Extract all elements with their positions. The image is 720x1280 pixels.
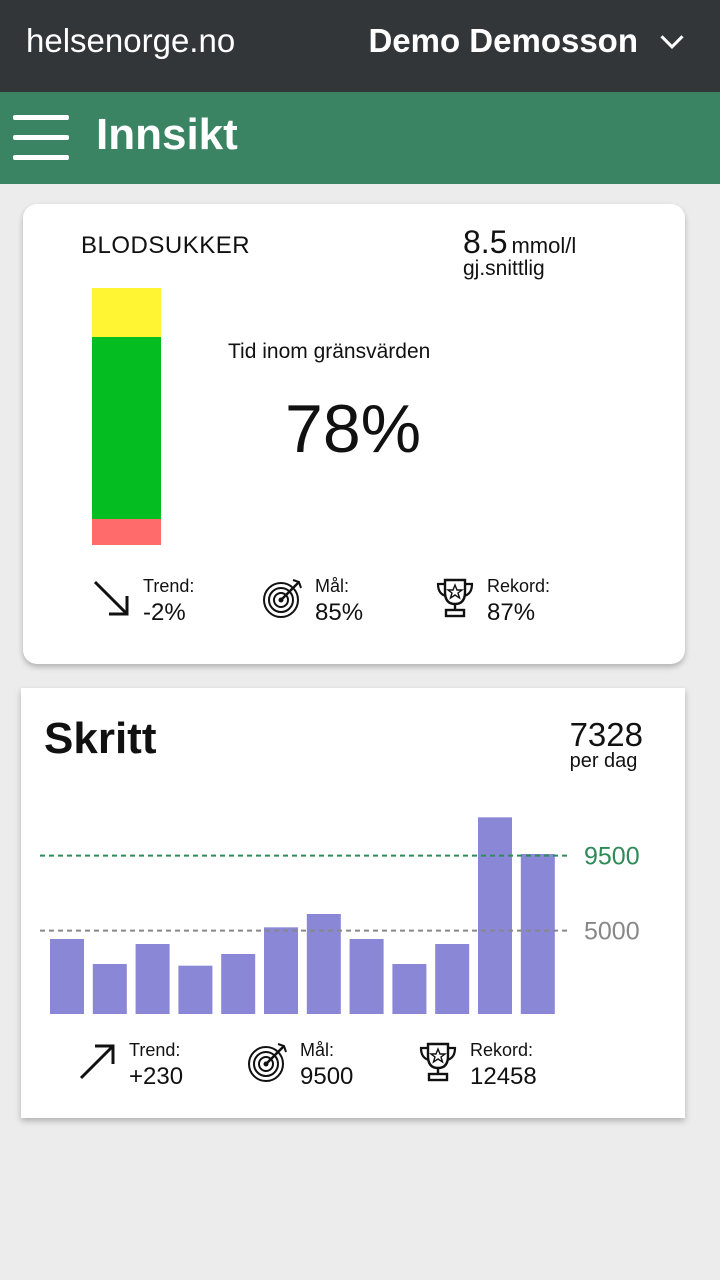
time-in-range-label: Tid inom gränsvärden (228, 340, 431, 363)
range-segment-in-range (92, 336, 161, 520)
steps-average-value: 7328 (569, 716, 643, 753)
target-icon (263, 579, 302, 618)
steps-card[interactable]: Skritt 7328 per dag 9500 5000 Trend: +230… (21, 688, 685, 1118)
blood-sugar-card[interactable]: BLODSUKKER 8.5 mmol/l gj.snittlig Tid ino… (23, 204, 685, 664)
step-bar (435, 944, 470, 1014)
stat-value: +230 (129, 1063, 184, 1090)
step-bar (349, 939, 384, 1014)
stat-value: 9500 (300, 1063, 354, 1090)
range-segment-high (92, 288, 161, 337)
step-bar (135, 944, 170, 1014)
steps-bar-chart: 9500 5000 (40, 817, 640, 1014)
stat-value: 87% (487, 599, 536, 626)
reference-line-label: 5000 (584, 918, 640, 946)
chevron-down-icon (660, 35, 684, 49)
stat-label: Trend: (143, 576, 195, 596)
blood-sugar-goal: Mål: 85% (261, 576, 363, 627)
trophy-icon (419, 1042, 457, 1082)
step-bar (306, 914, 341, 1014)
steps-average-caption: per dag (569, 750, 638, 772)
step-bar (178, 965, 213, 1014)
steps-record: Rekord: 12458 (416, 1040, 537, 1091)
steps-average: 7328 per dag (570, 716, 643, 773)
brand-link[interactable]: helsenorge.no (26, 22, 235, 60)
stat-label: Mål: (300, 1040, 335, 1060)
range-segment-low (92, 519, 161, 545)
stat-label: Trend: (129, 1040, 181, 1060)
stat-label: Rekord: (487, 576, 551, 596)
step-bar (264, 927, 298, 1014)
step-bar (478, 817, 512, 1014)
top-bar: helsenorge.no Demo Demosson (0, 0, 720, 92)
trophy-icon (436, 578, 474, 618)
stat-value: -2% (143, 599, 186, 626)
user-menu[interactable]: Demo Demosson (368, 22, 686, 60)
arrow-down-right-icon (93, 580, 129, 616)
blood-sugar-average-value: 8.5 (463, 224, 508, 260)
page-title: Innsikt (96, 110, 238, 159)
page-header: Innsikt (0, 92, 720, 184)
blood-sugar-title: BLODSUKKER (81, 232, 251, 259)
user-name: Demo Demosson (368, 22, 638, 59)
step-bar (221, 954, 256, 1014)
blood-sugar-average-caption: gj.snittlig (463, 257, 545, 280)
stat-value: 12458 (470, 1063, 537, 1090)
step-bar (92, 964, 127, 1014)
arrow-up-right-icon (79, 1044, 115, 1080)
hamburger-menu-icon[interactable] (13, 115, 69, 163)
reference-line-label: 9500 (584, 843, 640, 871)
target-icon (248, 1043, 287, 1082)
stat-value: 85% (315, 599, 364, 626)
stat-label: Mål: (315, 576, 350, 596)
blood-sugar-trend: Trend: -2% (89, 576, 194, 627)
glucose-range-bar (92, 288, 161, 545)
blood-sugar-unit: mmol/l (511, 233, 577, 258)
stat-label: Rekord: (470, 1040, 534, 1060)
blood-sugar-average: 8.5 mmol/l gj.snittlig (463, 224, 576, 281)
step-bar (50, 939, 84, 1014)
steps-trend: Trend: +230 (75, 1040, 183, 1091)
step-bar (520, 854, 555, 1014)
blood-sugar-record: Rekord: 87% (433, 576, 550, 627)
steps-title: Skritt (44, 714, 157, 763)
steps-goal: Mål: 9500 (246, 1040, 353, 1091)
step-bar (392, 964, 427, 1014)
time-in-range-value: 78% (285, 391, 422, 467)
